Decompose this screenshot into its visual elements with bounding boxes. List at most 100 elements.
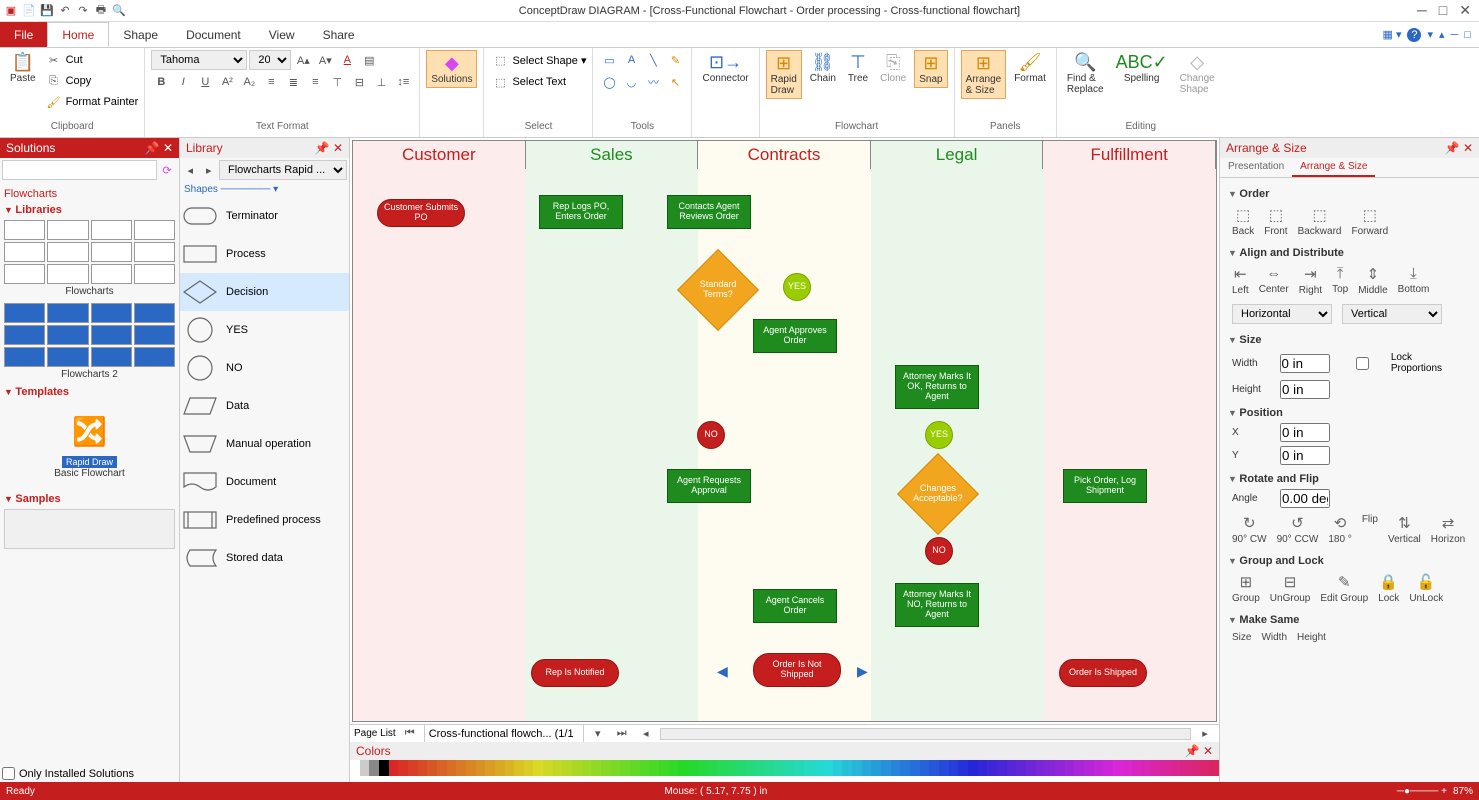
node-not-shipped[interactable]: Order Is Not Shipped [753,653,841,687]
font-size-select[interactable]: 20 [249,50,291,70]
ungroup-button[interactable]: ⊟UnGroup [1270,573,1311,604]
section-samples[interactable]: Samples [4,493,175,505]
align-top[interactable]: ⤒Top [1332,265,1348,296]
angle-input[interactable] [1280,489,1330,508]
spelling-button[interactable]: ABC✓Spelling [1112,50,1172,86]
align-middle[interactable]: ⇕Middle [1358,265,1387,296]
shrink-font-icon[interactable]: A▾ [315,50,335,70]
ribbon-more-icon[interactable]: □ [1464,29,1471,41]
flip-horizontal[interactable]: ⇄Horizon [1431,514,1465,545]
find-replace-button[interactable]: 🔍Find & Replace [1063,50,1108,97]
unlock-button[interactable]: 🔓UnLock [1409,573,1443,604]
lib-thumbs-1[interactable] [4,220,175,284]
close-panel-icon[interactable]: ✕ [163,141,173,155]
rapid-draw-button[interactable]: ⊞Rapid Draw [766,50,802,99]
font-select[interactable]: Tahoma [151,50,247,70]
lock-proportions-checkbox[interactable]: Lock Proportions [1336,350,1468,376]
minimize-button[interactable]: ─ [1417,2,1427,19]
section-libraries[interactable]: Libraries [4,204,175,216]
shape-predefined-process[interactable]: Predefined process [180,501,349,539]
zoom-slider[interactable]: ─●──── + [1397,786,1447,797]
lib-next-icon[interactable]: ▸ [201,160,218,180]
tool-pointer-icon[interactable]: ↖ [665,72,685,92]
tab-home[interactable]: Home [47,22,109,47]
align-left-icon[interactable]: ≡ [261,72,281,92]
solutions-button[interactable]: ◆Solutions [426,50,477,88]
paste-button[interactable]: 📋Paste [6,50,40,86]
group-button[interactable]: ⊞Group [1232,573,1260,604]
sec-rotate[interactable]: Rotate and Flip [1228,473,1471,485]
y-input[interactable] [1280,446,1330,465]
valign-bot-icon[interactable]: ⊥ [371,72,391,92]
same-size[interactable]: Size [1232,632,1251,643]
scroll-left-icon[interactable]: ◂ [636,724,656,744]
width-input[interactable] [1280,354,1330,373]
grow-font-icon[interactable]: A▴ [293,50,313,70]
node-attorney-no[interactable]: Attorney Marks It NO, Returns to Agent [895,583,979,627]
only-installed-checkbox[interactable]: Only Installed Solutions [0,765,179,782]
menu-grid-icon[interactable]: ▦ ▾ [1383,28,1402,41]
order-back[interactable]: ⬚Back [1232,206,1254,237]
align-center-icon[interactable]: ≣ [283,72,303,92]
page-last-icon[interactable]: ⏭ [612,724,632,744]
bold-icon[interactable]: B [151,72,171,92]
help-icon[interactable]: ? [1407,28,1421,42]
collapse-ribbon-icon[interactable]: ▴ [1439,28,1445,41]
shape-data[interactable]: Data [180,387,349,425]
rotate-cw[interactable]: ↻90° CW [1232,514,1267,545]
valign-top-icon[interactable]: ⊤ [327,72,347,92]
page-dropdown-icon[interactable]: ▾ [588,724,608,744]
tool-ellipse-icon[interactable]: ◯ [599,72,619,92]
section-templates[interactable]: Templates [4,386,175,398]
shape-document[interactable]: Document [180,463,349,501]
shapes-header[interactable]: Shapes ─────── ▾ [180,182,349,197]
node-rep-logs[interactable]: Rep Logs PO, Enters Order [539,195,623,229]
nav-prev-icon[interactable]: ◀ [717,663,728,680]
line-spacing-icon[interactable]: ↕≡ [393,72,413,92]
node-agent-approves[interactable]: Agent Approves Order [753,319,837,353]
node-customer-submits[interactable]: Customer Submits PO [377,199,465,227]
sec-make-same[interactable]: Make Same [1228,614,1471,626]
qat-search-icon[interactable]: 🔍 [112,4,126,18]
tab-presentation[interactable]: Presentation [1220,158,1292,177]
tool-line-icon[interactable]: ╲ [643,50,663,70]
tab-view[interactable]: View [255,22,309,47]
node-rep-notified[interactable]: Rep Is Notified [531,659,619,687]
h-scrollbar[interactable] [660,728,1191,740]
node-contacts-agent[interactable]: Contacts Agent Reviews Order [667,195,751,229]
node-agent-requests[interactable]: Agent Requests Approval [667,469,751,503]
distribute-vertical[interactable]: Vertical [1342,304,1442,324]
flip-vertical[interactable]: ⇅Vertical [1388,514,1421,545]
template-thumb[interactable]: 🔀 Rapid Draw Basic Flowchart [4,402,175,489]
superscript-icon[interactable]: A² [217,72,237,92]
maximize-button[interactable]: □ [1439,2,1447,19]
node-pick-order[interactable]: Pick Order, Log Shipment [1063,469,1147,503]
sec-group[interactable]: Group and Lock [1228,555,1471,567]
lock-button[interactable]: 🔒Lock [1378,573,1399,604]
tool-text-icon[interactable]: A [621,50,641,70]
rotate-180[interactable]: ⟲180 ° [1328,514,1351,545]
node-shipped[interactable]: Order Is Shipped [1059,659,1147,687]
select-text-button[interactable]: ⬚Select Text [490,72,566,92]
solutions-search-input[interactable] [2,160,157,180]
shape-terminator[interactable]: Terminator [180,197,349,235]
qat-redo-icon[interactable]: ↷ [76,4,90,18]
color-palette[interactable] [350,760,1219,776]
order-forward[interactable]: ⬚Forward [1351,206,1388,237]
highlight-icon[interactable]: ▤ [359,50,379,70]
lib-thumbs-2[interactable] [4,303,175,367]
sec-size[interactable]: Size [1228,334,1471,346]
node-agent-cancels[interactable]: Agent Cancels Order [753,589,837,623]
cut-button[interactable]: ✂Cut [44,50,139,70]
sample-thumb[interactable] [4,509,175,549]
align-center[interactable]: ⇔Center [1259,265,1289,296]
node-no-2[interactable]: NO [925,537,953,565]
shape-yes[interactable]: YES [180,311,349,349]
node-standard-terms[interactable]: Standard Terms? [677,249,759,331]
section-flowcharts[interactable]: Flowcharts [4,188,175,200]
close-panel-icon[interactable]: ✕ [1463,141,1473,155]
shape-no[interactable]: NO [180,349,349,387]
height-input[interactable] [1280,380,1330,399]
pin-icon[interactable]: 📌 [1445,141,1460,155]
select-shape-button[interactable]: ⬚Select Shape ▾ [490,50,586,70]
